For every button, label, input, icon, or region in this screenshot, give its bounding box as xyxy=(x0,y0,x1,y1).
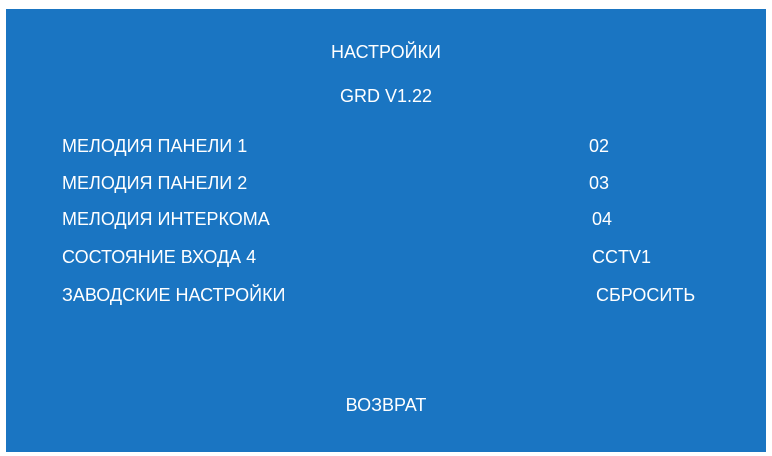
menu-item-label: ЗАВОДСКИЕ НАСТРОЙКИ xyxy=(62,285,286,305)
menu-item-label: МЕЛОДИЯ ИНТЕРКОМА xyxy=(62,209,270,229)
firmware-version: GRD V1.22 xyxy=(339,86,433,106)
menu-item-label: МЕЛОДИЯ ПАНЕЛИ 2 xyxy=(62,173,248,193)
menu-item-value[interactable]: CCTV1 xyxy=(592,245,651,269)
menu-title: НАСТРОЙКИ xyxy=(331,42,441,62)
settings-screen: НАСТРОЙКИ GRD V1.22 МЕЛОДИЯ ПАНЕЛИ 1 02 … xyxy=(6,9,766,452)
menu-item-factory-reset[interactable]: ЗАВОДСКИЕ НАСТРОЙКИ СБРОСИТЬ xyxy=(62,283,762,307)
menu-item-label: СОСТОЯНИЕ ВХОДА 4 xyxy=(62,247,257,267)
menu-item-panel1-melody[interactable]: МЕЛОДИЯ ПАНЕЛИ 1 02 xyxy=(62,134,762,158)
menu-item-panel2-melody[interactable]: МЕЛОДИЯ ПАНЕЛИ 2 03 xyxy=(62,171,762,195)
menu-item-value[interactable]: 03 xyxy=(589,171,609,195)
menu-item-value[interactable]: 04 xyxy=(592,207,612,231)
menu-item-value[interactable]: 02 xyxy=(589,134,609,158)
reset-button[interactable]: СБРОСИТЬ xyxy=(596,283,695,307)
menu-item-intercom-melody[interactable]: МЕЛОДИЯ ИНТЕРКОМА 04 xyxy=(62,207,762,231)
back-button[interactable]: ВОЗВРАТ xyxy=(6,393,766,417)
menu-item-label: МЕЛОДИЯ ПАНЕЛИ 1 xyxy=(62,136,248,156)
menu-item-input4-state[interactable]: СОСТОЯНИЕ ВХОДА 4 CCTV1 xyxy=(62,245,762,269)
